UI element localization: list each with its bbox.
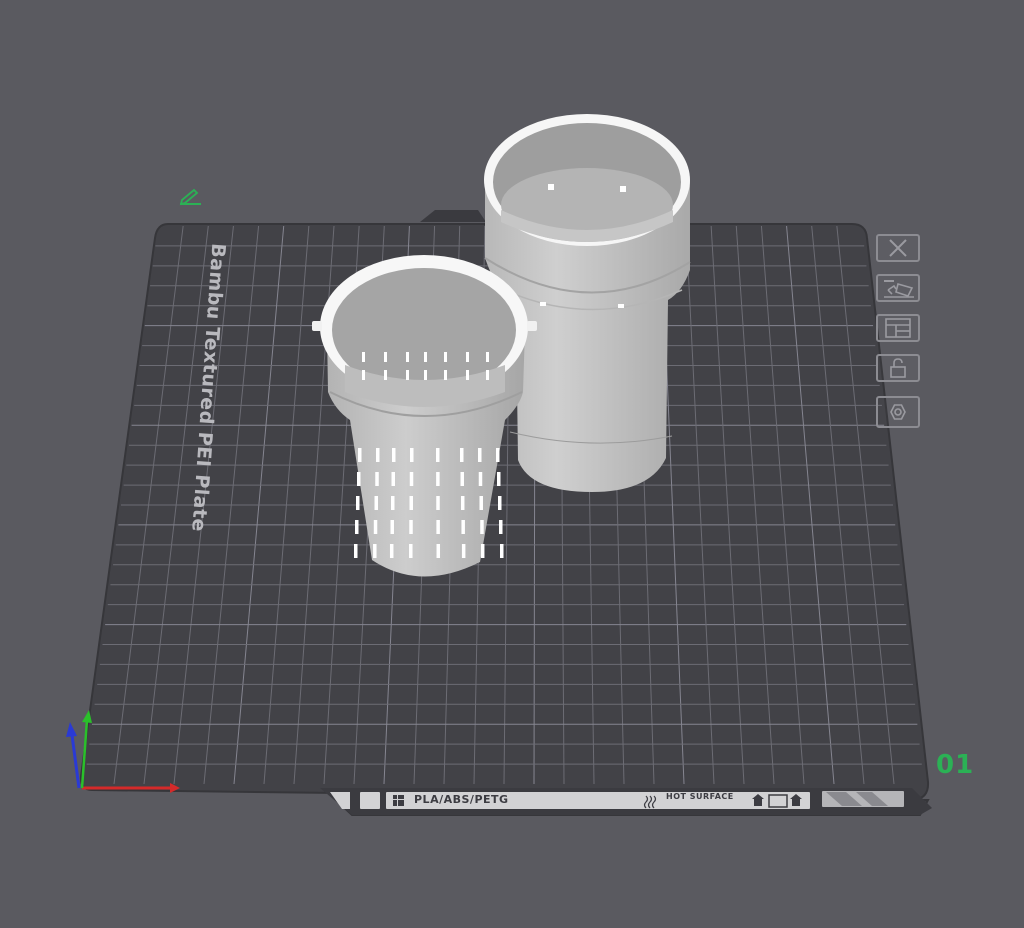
- auto-orient-button[interactable]: [876, 274, 920, 302]
- basket-slot: [460, 448, 464, 462]
- basket-slot: [390, 520, 394, 534]
- auto-orient-icon: [884, 280, 914, 298]
- basket-slot: [478, 472, 483, 486]
- basket-slot: [479, 496, 483, 510]
- basket-slot: [376, 448, 380, 462]
- basket-slot: [436, 448, 440, 462]
- basket-slot: [357, 472, 361, 486]
- hot-surface-text: HOT SURFACE: [666, 792, 734, 801]
- plate-material-text: PLA/ABS/PETG: [414, 793, 509, 806]
- basket-slot: [480, 544, 485, 558]
- basket-slot: [460, 496, 465, 510]
- basket-slot: [389, 544, 394, 558]
- basket-slot: [436, 544, 441, 558]
- basket-slot: [374, 496, 379, 510]
- basket-slot: [373, 544, 377, 558]
- basket-slot: [461, 544, 466, 558]
- remove-plate-icon: [889, 239, 907, 257]
- basket-slot: [362, 370, 365, 380]
- basket-slot: [384, 370, 387, 380]
- basket-slot: [424, 352, 427, 362]
- lock-icon: [890, 358, 906, 378]
- plate-settings-icon: [890, 404, 906, 420]
- basket-slot: [362, 352, 365, 362]
- basket-slot: [409, 472, 414, 486]
- plate-number[interactable]: 01: [936, 750, 974, 780]
- plate-settings-button[interactable]: [876, 396, 920, 428]
- basket-slot: [480, 520, 484, 534]
- basket-slot: [406, 370, 409, 380]
- basket-slot: [391, 472, 395, 486]
- 3d-viewport[interactable]: [0, 0, 1024, 928]
- edit-plate-name-icon[interactable]: [179, 188, 201, 206]
- basket-slot: [384, 352, 387, 362]
- basket-slot: [358, 448, 362, 462]
- basket-slot: [409, 544, 413, 558]
- arrange-button[interactable]: [876, 314, 920, 342]
- basket-slot: [355, 520, 359, 534]
- basket-slot: [392, 448, 396, 462]
- basket-slot: [436, 496, 440, 510]
- basket-slot: [466, 352, 469, 362]
- arrange-icon: [885, 318, 911, 338]
- basket-slot: [496, 448, 500, 462]
- basket-slot: [486, 352, 489, 362]
- basket-slot: [406, 352, 409, 362]
- basket-slot: [486, 370, 489, 380]
- basket-slot: [373, 520, 378, 534]
- basket-slot: [409, 520, 413, 534]
- basket-slot: [409, 496, 414, 510]
- basket-slot: [410, 448, 414, 462]
- basket-slot: [436, 472, 440, 486]
- basket-slot: [444, 352, 447, 362]
- basket-slot: [497, 472, 501, 486]
- basket-slot: [424, 370, 427, 380]
- basket-slot: [498, 496, 502, 510]
- basket-slot: [500, 544, 504, 558]
- basket-slot: [460, 472, 464, 486]
- basket-slot: [390, 496, 395, 510]
- basket-slot: [356, 496, 360, 510]
- remove-plate-button[interactable]: [876, 234, 920, 262]
- basket-slot: [354, 544, 358, 558]
- basket-slot: [499, 520, 503, 534]
- lock-plate-button[interactable]: [876, 354, 920, 382]
- basket-slot: [461, 520, 465, 534]
- basket-slot: [375, 472, 379, 486]
- basket-slot: [478, 448, 482, 462]
- basket-slot: [466, 370, 469, 380]
- basket-slot: [444, 370, 447, 380]
- basket-slot: [436, 520, 440, 534]
